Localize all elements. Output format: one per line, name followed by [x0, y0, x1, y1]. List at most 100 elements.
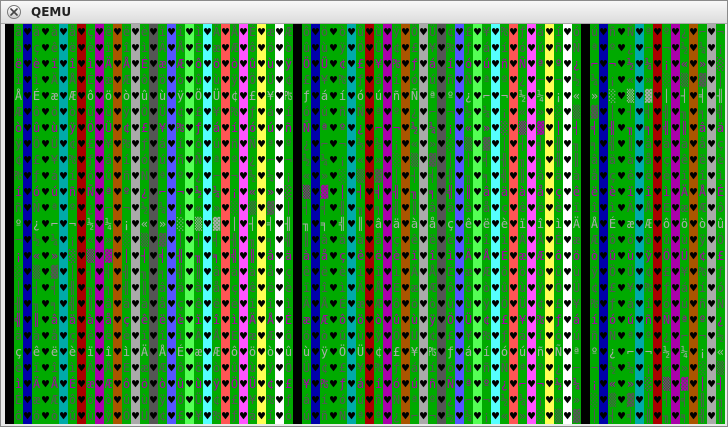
screen-cell: ♥	[473, 216, 482, 232]
screen-cell: ê	[86, 328, 95, 344]
screen-cell: »	[626, 376, 635, 392]
screen-cell: ♥	[167, 376, 176, 392]
screen-cell: ♥	[563, 184, 572, 200]
screen-cell: ♥	[113, 88, 122, 104]
screen-cell: º	[68, 200, 77, 216]
screen-cell: ♥	[131, 408, 140, 424]
screen-cell: ♥	[401, 88, 410, 104]
screen-cell: ♥	[671, 280, 680, 296]
screen-cell: ♥	[113, 168, 122, 184]
screen-cell: ♥	[347, 104, 356, 120]
screen-cell: ♥	[671, 24, 680, 40]
screen-cell: ♥	[707, 392, 716, 408]
screen-cell: ♥	[401, 104, 410, 120]
screen-cell: ♥	[617, 184, 626, 200]
screen-cell: ä	[500, 184, 509, 200]
screen-cell: ♥	[347, 56, 356, 72]
screen-cell: á	[572, 312, 581, 328]
screen-cell: «	[86, 232, 95, 248]
screen-cell: ♥	[41, 344, 50, 360]
title-bar[interactable]: QEMU	[1, 1, 727, 24]
screen-cell: ï	[410, 248, 419, 264]
screen-cell: ♥	[491, 184, 500, 200]
screen-cell: «	[608, 376, 617, 392]
screen-cell: ╕	[104, 280, 113, 296]
screen-cell: æ	[50, 88, 59, 104]
screen-cell: ╣	[500, 168, 509, 184]
screen-cell: ♥	[149, 200, 158, 216]
screen-cell: »	[698, 56, 707, 72]
screen-cell: ♥	[419, 344, 428, 360]
screen-cell: ♥	[581, 296, 590, 312]
screen-cell: ♥	[509, 56, 518, 72]
screen-cell: ç	[284, 264, 293, 280]
screen-cell: ♥	[635, 216, 644, 232]
screen-cell: ♥	[131, 184, 140, 200]
screen-cell: Ä	[212, 24, 221, 40]
screen-cell: í	[428, 360, 437, 376]
screen-cell: ê	[464, 216, 473, 232]
screen-cell: ½	[464, 104, 473, 120]
screen-cell: »	[536, 104, 545, 120]
screen-cell: ▒	[248, 200, 257, 216]
close-button[interactable]	[7, 5, 21, 19]
screen-cell: ♥	[329, 184, 338, 200]
screen-cell: ♥	[401, 136, 410, 152]
screen-cell: ₧	[266, 392, 275, 408]
screen-cell: ♥	[545, 216, 554, 232]
screen-cell: ¿	[140, 184, 149, 200]
screen-cell: ⌐	[626, 344, 635, 360]
screen-cell: ♥	[671, 120, 680, 136]
screen-cell: É	[86, 72, 95, 88]
screen-cell: ñ	[230, 136, 239, 152]
screen-cell: ¢	[122, 120, 131, 136]
screen-cell: â	[104, 296, 113, 312]
screen-cell: ú	[518, 344, 527, 360]
screen-cell: │	[122, 248, 131, 264]
screen-cell: ♥	[311, 152, 320, 168]
screen-cell: «	[626, 72, 635, 88]
screen-cell: ♥	[329, 24, 338, 40]
screen-cell: ♥	[221, 152, 230, 168]
screen-cell: ▒	[680, 72, 689, 88]
screen-cell: ╣	[608, 136, 617, 152]
screen-cell: ║	[464, 184, 473, 200]
screen-cell: ♥	[365, 264, 374, 280]
screen-cell: â	[536, 168, 545, 184]
screen-cell: Ä	[50, 72, 59, 88]
screen-cell: Ü	[356, 344, 365, 360]
screen-cell: Æ	[536, 248, 545, 264]
emulator-screen[interactable]: ♥ â ♥ ä ♥ à ♥ å ♥ ç ♥ ê ♥ ë ♥ è ♥ ï ♥ î ♥ ì ♥ Ä ♥ Å ♥ É ♥ æ ♥ Æ ♥ ô ♥ ö ♥ ò ♥ û…	[5, 24, 725, 424]
screen-cell: Ä	[410, 264, 419, 280]
screen-cell: ♥	[599, 24, 608, 40]
screen-cell: »	[428, 136, 437, 152]
screen-cell: ♥	[617, 232, 626, 248]
screen-cell: º	[446, 88, 455, 104]
screen-cell: ¼	[572, 376, 581, 392]
screen-cell: ⌐	[266, 152, 275, 168]
screen-cell: ♥	[707, 312, 716, 328]
screen-cell: ½	[32, 232, 41, 248]
screen-cell: ¬	[608, 56, 617, 72]
screen-cell: É	[500, 248, 509, 264]
screen-cell: ¢	[338, 56, 347, 72]
screen-cell: ƒ	[284, 392, 293, 408]
screen-cell: ì	[554, 216, 563, 232]
screen-cell: ♥	[221, 40, 230, 56]
qemu-window: QEMU ♥ â ♥ ä ♥ à ♥ å ♥ ç ♥ ê ♥ ë ♥ è ♥ ï ♥ î ♥ ì ♥ Ä ♥ Å ♥ É ♥ æ ♥ Æ ♥ ô ♥…	[0, 0, 728, 427]
screen-cell: í	[554, 24, 563, 40]
screen-cell: ♥	[383, 120, 392, 136]
screen-cell: ♥	[23, 40, 32, 56]
screen-cell: ♥	[581, 200, 590, 216]
screen-cell: à	[464, 200, 473, 216]
screen-cell: ♥	[455, 232, 464, 248]
screen-cell: ¡	[554, 88, 563, 104]
screen-cell: ¥	[302, 376, 311, 392]
screen-cell: ♥	[689, 328, 698, 344]
screen-cell: ♥	[95, 216, 104, 232]
screen-cell: ┤	[680, 88, 689, 104]
screen-cell: ¿	[464, 88, 473, 104]
screen-cell: ♥	[617, 152, 626, 168]
screen-cell: ÿ	[176, 88, 185, 104]
screen-cell: à	[410, 216, 419, 232]
